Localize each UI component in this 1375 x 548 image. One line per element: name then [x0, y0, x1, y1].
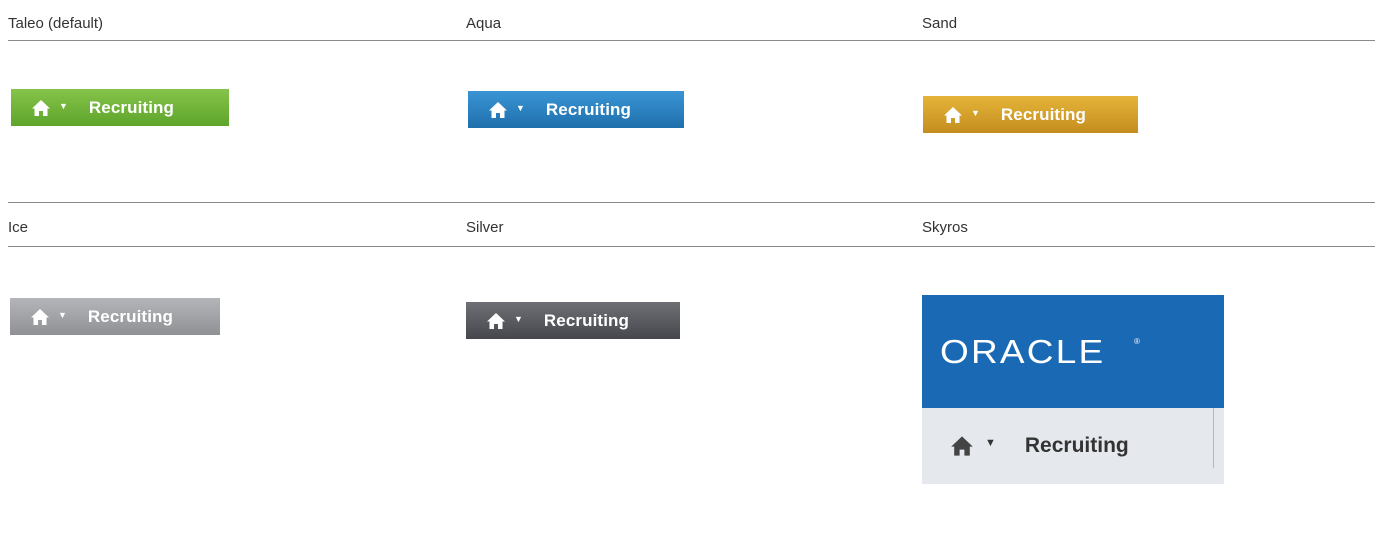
theme-name-skyros: Skyros — [922, 219, 968, 236]
home-icon[interactable] — [30, 308, 50, 326]
nav-tile-silver[interactable]: ▼ Recruiting — [466, 302, 680, 339]
home-icon[interactable] — [488, 101, 508, 119]
tab-recruiting-label[interactable]: Recruiting — [544, 311, 629, 331]
caret-down-icon[interactable]: ▼ — [985, 437, 996, 449]
caret-down-icon[interactable]: ▼ — [514, 314, 523, 324]
home-icon[interactable] — [950, 435, 974, 457]
tab-recruiting-label[interactable]: Recruiting — [546, 100, 631, 120]
tab-recruiting-label[interactable]: Recruiting — [89, 98, 174, 118]
theme-name-silver: Silver — [466, 219, 504, 236]
theme-name-aqua: Aqua — [466, 15, 502, 32]
tab-recruiting-label[interactable]: Recruiting — [1025, 434, 1129, 458]
theme-name-ice: Ice — [8, 219, 29, 236]
caret-down-icon[interactable]: ▼ — [58, 310, 67, 320]
skyros-nav-bar[interactable]: ▼ Recruiting — [922, 408, 1224, 484]
nav-tile-aqua[interactable]: ▼ Recruiting — [468, 91, 684, 128]
nav-tile-taleo[interactable]: ▼ Recruiting — [11, 89, 229, 126]
theme-name-taleo: Taleo (default) — [8, 15, 104, 32]
theme-name-sand: Sand — [922, 15, 958, 32]
oracle-logo-mark: ® — [1134, 337, 1140, 346]
caret-down-icon[interactable]: ▼ — [516, 103, 525, 113]
caret-down-icon[interactable]: ▼ — [971, 108, 980, 118]
nav-divider — [1213, 408, 1214, 468]
caret-down-icon[interactable]: ▼ — [59, 101, 68, 111]
skyros-header-bar: ORACLE ® — [922, 295, 1224, 408]
nav-tile-sand[interactable]: ▼ Recruiting — [923, 96, 1138, 133]
oracle-logo: ORACLE — [940, 333, 1106, 370]
home-icon[interactable] — [943, 106, 963, 124]
row-divider-top — [8, 40, 1375, 41]
tab-recruiting-label[interactable]: Recruiting — [88, 307, 173, 327]
nav-preview-skyros: ORACLE ® ▼ Recruiting — [922, 295, 1224, 484]
row-divider-lower — [8, 246, 1375, 247]
row-divider-middle — [8, 202, 1375, 203]
home-icon[interactable] — [31, 99, 51, 117]
nav-tile-ice[interactable]: ▼ Recruiting — [10, 298, 220, 335]
home-icon[interactable] — [486, 312, 506, 330]
tab-recruiting-label[interactable]: Recruiting — [1001, 105, 1086, 125]
